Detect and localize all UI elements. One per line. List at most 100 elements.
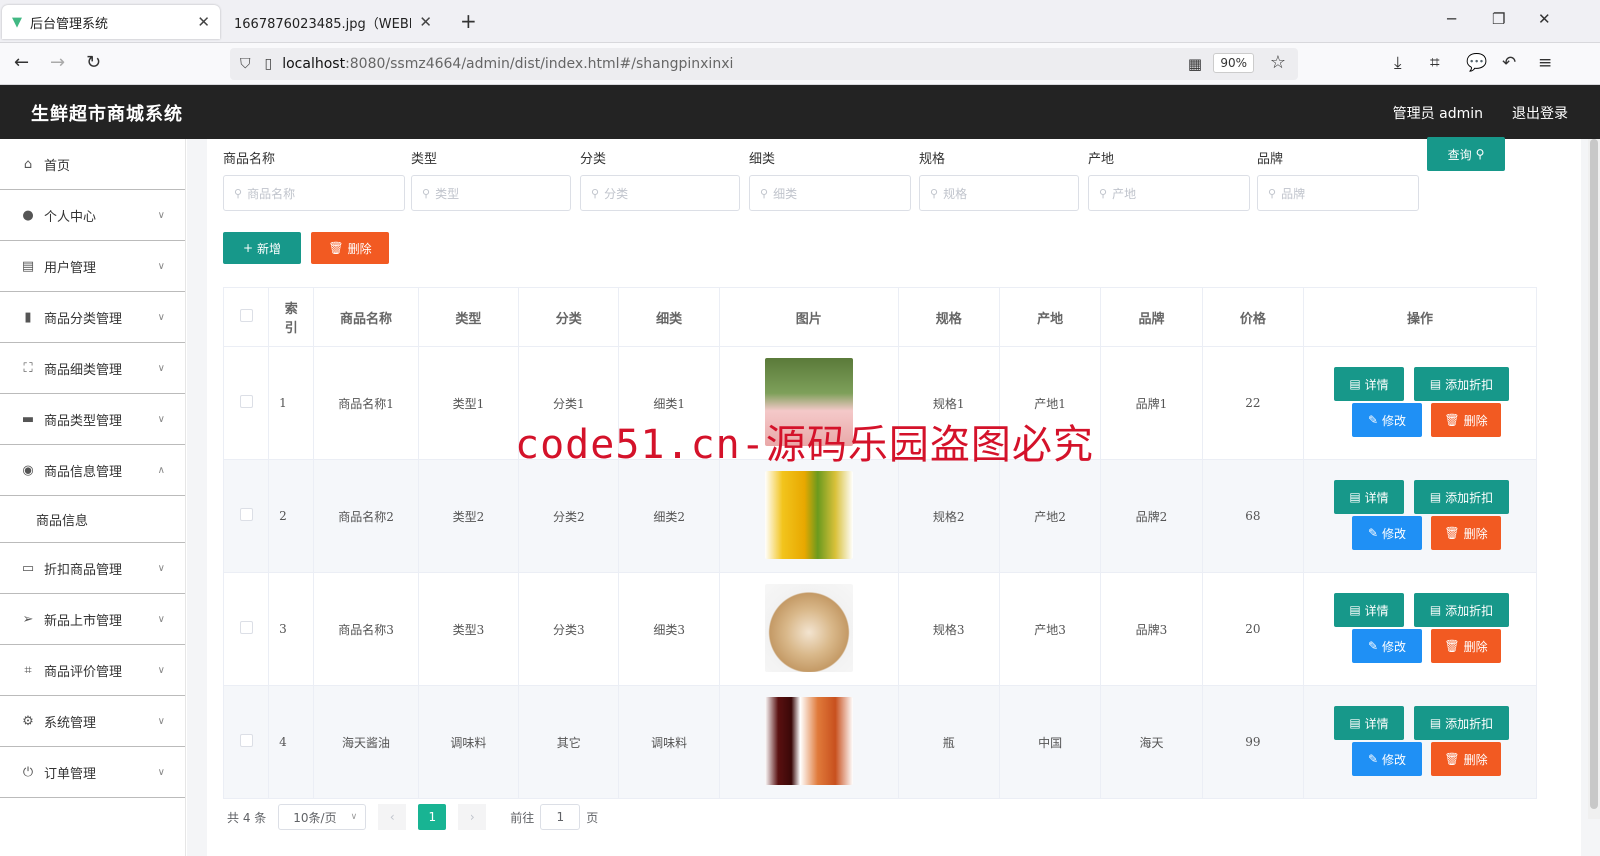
trash-icon: 🗑 [1444, 639, 1460, 653]
edit-button[interactable]: ✎ 修改 [1352, 516, 1423, 550]
add-discount-button[interactable]: ▤ 添加折扣 [1414, 480, 1510, 514]
type-input[interactable]: ⚲ 类型 [411, 175, 571, 211]
filter-label-spec: 规格 [919, 152, 946, 167]
delete-button[interactable]: 🗑 删除 [1431, 742, 1502, 776]
page-number-current[interactable]: 1 [418, 804, 447, 830]
delete-button[interactable]: 🗑 删除 [1431, 403, 1502, 437]
sidebar-item-category[interactable]: ▮ 商品分类管理 ∨ [0, 292, 185, 343]
restore-icon[interactable]: ❐ [1492, 10, 1505, 28]
scrollbar-thumb[interactable] [1590, 139, 1598, 809]
col-type: 类型 [417, 287, 520, 347]
row-checkbox[interactable] [222, 685, 270, 799]
vue-logo-icon: ▼ [12, 14, 22, 30]
browser-tab-active[interactable]: ▼ 后台管理系统 ✕ [2, 5, 220, 39]
total-count: 共 4 条 [227, 810, 267, 825]
edit-button[interactable]: ✎ 修改 [1352, 742, 1423, 776]
sidebar-item-orders[interactable]: ⏻ 订单管理 ∨ [0, 747, 185, 798]
sidebar-item-product-info[interactable]: ◉ 商品信息管理 ∧ [0, 445, 185, 496]
page-size-select[interactable]: 10条/页 ∨ [278, 804, 367, 830]
spec-input[interactable]: ⚲ 规格 [919, 175, 1079, 211]
cell-name: 商品名称3 [313, 572, 419, 686]
crop-frame-icon: ⛶ [23, 360, 33, 376]
browser-tab[interactable]: 1667876023485.jpg（WEBP 图像 ✕ [224, 5, 442, 39]
close-tab-icon[interactable]: ✕ [419, 13, 432, 31]
close-tab-icon[interactable]: ✕ [197, 13, 210, 31]
sidebar-item-discount[interactable]: ▭ 折扣商品管理 ∨ [0, 543, 185, 594]
browser-nav-bar: ← → ↻ ⛉ ▯ localhost:8080/ssmz4664/admin/… [0, 43, 1600, 85]
sidebar-item-new-products[interactable]: ➢ 新品上市管理 ∨ [0, 594, 185, 645]
zoom-level[interactable]: 90% [1213, 53, 1254, 73]
row-checkbox[interactable] [222, 346, 270, 460]
sidebar-item-profile[interactable]: ● 个人中心 ∨ [0, 190, 185, 241]
sidebar: ⌂ 首页 ● 个人中心 ∨ ▤ 用户管理 ∨ ▮ 商品分类管理 ∨ ⛶ 商品细类管理 ∨ ▬ 商品类… [0, 139, 186, 856]
chevron-down-icon: ∨ [157, 715, 165, 727]
name-input[interactable]: ⚲ 商品名称 [223, 175, 405, 211]
chat-icon[interactable]: 💬 [1466, 53, 1487, 73]
detail-button[interactable]: ▤ 详情 [1334, 593, 1405, 627]
screenshot-crop-icon[interactable]: ⌗ [1430, 53, 1440, 73]
edit-button[interactable]: ✎ 修改 [1352, 629, 1423, 663]
chevron-left-icon: ‹ [389, 810, 395, 824]
reload-icon[interactable]: ↻ [86, 52, 101, 73]
table-row: 2 商品名称2 类型2 分类2 细类2 规格2 产地2 品牌2 68 ▤ 详情 ▤… [222, 459, 1537, 573]
row-checkbox[interactable] [222, 572, 270, 686]
add-button[interactable]: + 新增 [223, 232, 301, 264]
close-window-icon[interactable]: ✕ [1538, 10, 1551, 28]
sidebar-item-reviews[interactable]: ⌗ 商品评价管理 ∨ [0, 645, 185, 696]
undo-icon[interactable]: ↶ [1502, 53, 1516, 73]
edit-icon: ✎ [1367, 639, 1379, 653]
delete-button[interactable]: 🗑 删除 [1431, 629, 1502, 663]
cell-category: 分类3 [518, 572, 620, 686]
download-icon[interactable]: ⤓ [1394, 53, 1402, 73]
prev-page-button[interactable]: ‹ [378, 804, 407, 830]
cell-subcategory: 细类2 [618, 459, 720, 573]
filter-label-type: 类型 [411, 152, 438, 167]
add-discount-button[interactable]: ▤ 添加折扣 [1414, 367, 1510, 401]
edit-icon: ✎ [1367, 413, 1379, 427]
vertical-scrollbar[interactable] [1588, 139, 1600, 819]
logout-link[interactable]: 退出登录 [1512, 103, 1568, 123]
sidebar-item-home[interactable]: ⌂ 首页 [0, 139, 185, 190]
product-image[interactable] [764, 583, 853, 672]
new-tab-icon[interactable]: + [460, 9, 477, 33]
batch-delete-button[interactable]: 🗑 删除 [311, 232, 389, 264]
detail-button[interactable]: ▤ 详情 [1334, 367, 1405, 401]
add-discount-button[interactable]: ▤ 添加折扣 [1414, 593, 1510, 627]
cell-name: 海天酱油 [313, 685, 419, 799]
next-page-button[interactable]: › [458, 804, 487, 830]
goto-page-input[interactable]: 1 [540, 804, 581, 830]
cell-actions: ▤ 详情 ▤ 添加折扣 ✎ 修改 🗑 删除 [1303, 346, 1537, 460]
detail-button[interactable]: ▤ 详情 [1334, 706, 1405, 740]
crop-icon: ⌗ [24, 662, 32, 678]
back-icon[interactable]: ← [14, 52, 29, 73]
search-icon: ⚲ [1475, 147, 1485, 161]
cell-type: 类型3 [417, 572, 520, 686]
query-button[interactable]: 查询 ⚲ [1427, 137, 1505, 171]
qr-code-icon[interactable]: ▦ [1188, 55, 1202, 73]
sidebar-item-type[interactable]: ▬ 商品类型管理 ∨ [0, 394, 185, 445]
brand-input[interactable]: ⚲ 品牌 [1257, 175, 1419, 211]
sidebar-item-users[interactable]: ▤ 用户管理 ∨ [0, 241, 185, 292]
product-image[interactable] [764, 696, 853, 785]
shield-icon[interactable]: ⛉ [240, 56, 251, 72]
product-image[interactable] [764, 470, 853, 559]
add-discount-button[interactable]: ▤ 添加折扣 [1414, 706, 1510, 740]
table-row: 4 海天酱油 调味料 其它 调味料 瓶 中国 海天 99 ▤ 详情 ▤ 添加折扣 ✎… [222, 685, 1537, 799]
category-input[interactable]: ⚲ 分类 [580, 175, 740, 211]
row-checkbox[interactable] [222, 459, 270, 573]
forward-icon[interactable]: → [50, 52, 65, 73]
address-bar[interactable]: ⛉ ▯ localhost:8080/ssmz4664/admin/dist/i… [230, 48, 1298, 80]
sidebar-subitem-product-info[interactable]: 商品信息 [0, 496, 185, 543]
detail-button[interactable]: ▤ 详情 [1334, 480, 1405, 514]
delete-button[interactable]: 🗑 删除 [1431, 516, 1502, 550]
bookmark-star-icon[interactable]: ☆ [1270, 52, 1286, 73]
minimize-icon[interactable]: ─ [1447, 10, 1456, 28]
subcategory-input[interactable]: ⚲ 细类 [749, 175, 911, 211]
select-all-checkbox[interactable] [222, 287, 270, 347]
edit-button[interactable]: ✎ 修改 [1352, 403, 1423, 437]
trash-icon: 🗑 [1444, 413, 1460, 427]
sidebar-item-subcategory[interactable]: ⛶ 商品细类管理 ∨ [0, 343, 185, 394]
origin-input[interactable]: ⚲ 产地 [1088, 175, 1250, 211]
menu-icon[interactable]: ≡ [1538, 53, 1552, 73]
sidebar-item-system[interactable]: ⚙ 系统管理 ∨ [0, 696, 185, 747]
